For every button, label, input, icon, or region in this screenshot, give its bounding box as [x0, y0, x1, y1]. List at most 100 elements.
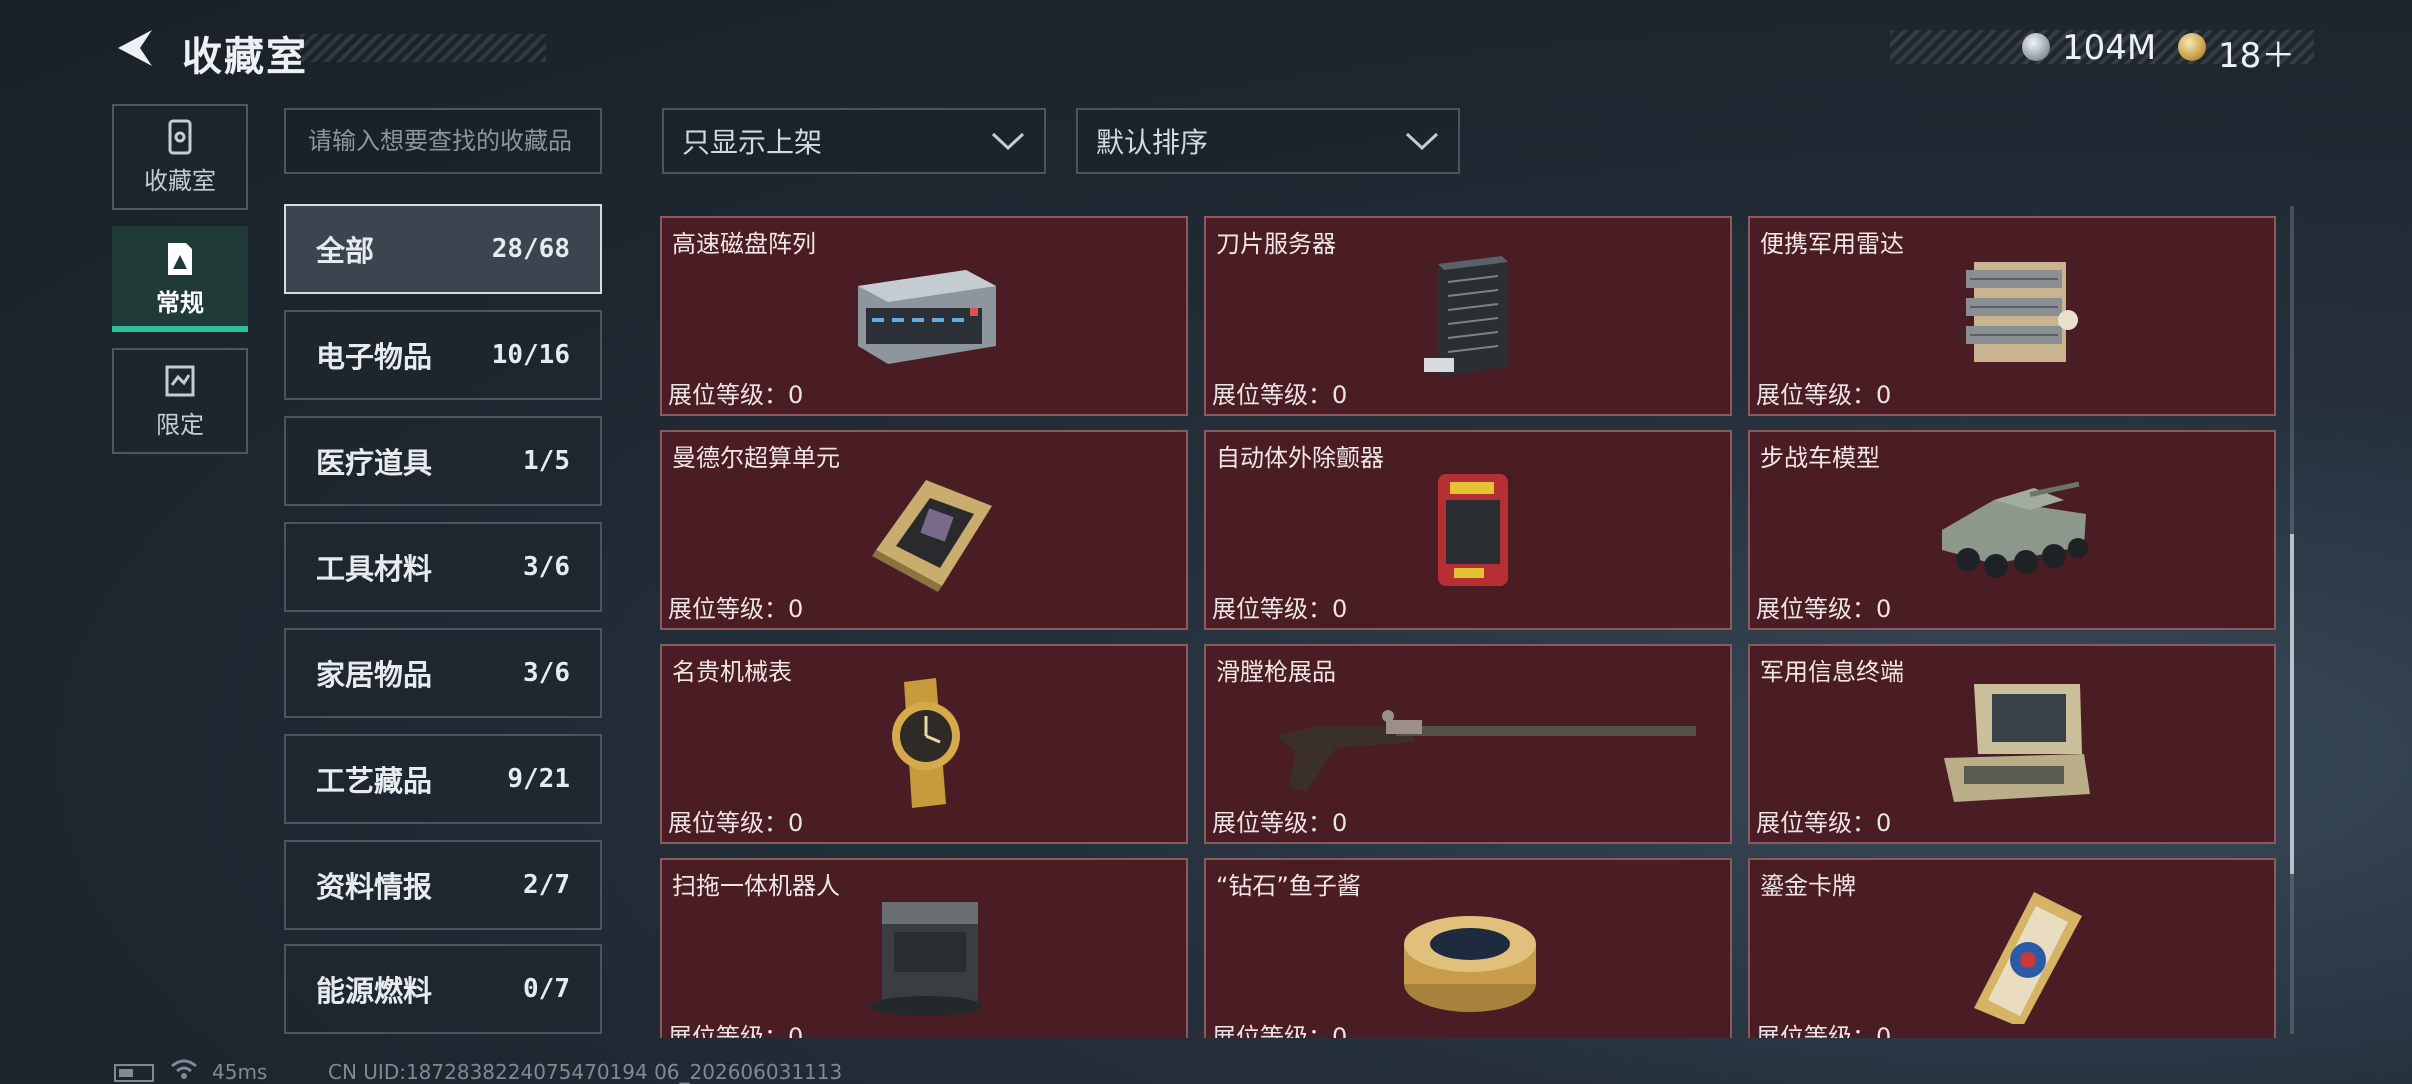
category-count: 2/7 — [523, 870, 570, 900]
item-card[interactable]: 扫拖一体机器人 展位等级：0 — [660, 858, 1188, 1038]
item-name: 军用信息终端 — [1760, 658, 1904, 686]
booth-level: 展位等级：0 — [1756, 595, 1892, 623]
category-crafts[interactable]: 工艺藏品 9/21 — [284, 734, 602, 824]
booth-level: 展位等级：0 — [1756, 381, 1892, 409]
caviar-icon — [1404, 916, 1536, 1012]
booth-level: 展位等级：0 — [1212, 1023, 1348, 1038]
category-household[interactable]: 家居物品 3/6 — [284, 628, 602, 718]
gold-coin-icon — [2178, 33, 2206, 61]
category-count: 28/68 — [491, 234, 570, 264]
battery-icon — [114, 1064, 154, 1082]
ifv-model-icon — [1942, 481, 2088, 578]
item-name: 扫拖一体机器人 — [672, 872, 840, 900]
category-medical[interactable]: 医疗道具 1/5 — [284, 416, 602, 506]
chevron-down-icon — [991, 132, 1025, 151]
category-count: 1/5 — [523, 446, 570, 476]
category-count: 0/7 — [523, 974, 570, 1004]
category-tools[interactable]: 工具材料 3/6 — [284, 522, 602, 612]
radar-icon — [1966, 262, 2078, 362]
item-name: 步战车模型 — [1760, 444, 1880, 472]
item-name: 便携军用雷达 — [1760, 230, 1904, 258]
category-name: 电子物品 — [316, 340, 433, 374]
wifi-icon — [171, 1059, 197, 1079]
side-tab-label: 常规 — [156, 288, 204, 317]
gold-card-icon — [1974, 892, 2082, 1024]
title-decoration — [300, 34, 546, 62]
category-name: 医疗道具 — [316, 446, 433, 480]
category-name: 工具材料 — [316, 552, 433, 586]
item-name: 刀片服务器 — [1216, 230, 1336, 258]
back-arrow-icon[interactable] — [112, 26, 156, 70]
booth-level: 展位等级：0 — [668, 595, 804, 623]
item-name: 鎏金卡牌 — [1760, 872, 1856, 900]
item-card[interactable]: 滑膛枪展品 展位等级：0 — [1204, 644, 1732, 844]
search-input[interactable] — [284, 108, 602, 174]
booth-level: 展位等级：0 — [1212, 809, 1348, 837]
category-electronics[interactable]: 电子物品 10/16 — [284, 310, 602, 400]
category-count: 10/16 — [491, 340, 570, 370]
item-name: 高速磁盘阵列 — [672, 230, 816, 258]
booth-level: 展位等级：0 — [1212, 381, 1348, 409]
blade-server-icon — [1424, 256, 1508, 376]
item-card[interactable]: 曼德尔超算单元 展位等级：0 — [660, 430, 1188, 630]
category-count: 3/6 — [523, 552, 570, 582]
item-card[interactable]: 鎏金卡牌 展位等级：0 — [1748, 858, 2276, 1038]
item-card[interactable]: 军用信息终端 展位等级：0 — [1748, 644, 2276, 844]
terminal-icon — [1944, 684, 2090, 802]
display-filter-dropdown[interactable]: 只显示上架 — [662, 108, 1046, 174]
booth-level: 展位等级：0 — [1212, 595, 1348, 623]
user-uid: CN UID:1872838224075470194 06_2026060311… — [328, 1060, 843, 1084]
booth-level: 展位等级：0 — [668, 381, 804, 409]
ping-value: 45ms — [212, 1060, 268, 1084]
booth-level: 展位等级：0 — [1756, 809, 1892, 837]
side-tab-regular[interactable]: 常规 — [112, 226, 248, 332]
defibrillator-icon — [1438, 474, 1508, 586]
category-name: 家居物品 — [316, 658, 433, 692]
category-fuel[interactable]: 能源燃料 0/7 — [284, 944, 602, 1034]
side-tab-limited[interactable]: 限定 — [112, 348, 248, 454]
item-name: 滑膛枪展品 — [1216, 658, 1336, 686]
category-count: 9/21 — [507, 764, 570, 794]
category-name: 工艺藏品 — [316, 764, 433, 798]
item-card[interactable]: “钻石”鱼子酱 展位等级：0 — [1204, 858, 1732, 1038]
display-filter-value: 只显示上架 — [682, 126, 823, 159]
silver-coin-icon — [2022, 33, 2050, 61]
item-card[interactable]: 刀片服务器 展位等级：0 — [1204, 216, 1732, 416]
sort-value: 默认排序 — [1096, 126, 1209, 159]
supercomputer-unit-icon — [872, 480, 992, 592]
category-all[interactable]: 全部 28/68 — [284, 204, 602, 294]
chevron-down-icon — [1405, 132, 1439, 151]
item-name: “钻石”鱼子酱 — [1216, 872, 1361, 900]
locker-icon — [168, 119, 192, 154]
item-name: 曼德尔超算单元 — [672, 444, 840, 472]
booth-level: 展位等级：0 — [668, 809, 804, 837]
sort-dropdown[interactable]: 默认排序 — [1076, 108, 1460, 174]
category-intel[interactable]: 资料情报 2/7 — [284, 840, 602, 930]
item-name: 自动体外除颤器 — [1216, 444, 1384, 472]
booth-level: 展位等级：0 — [1756, 1023, 1892, 1038]
item-card[interactable]: 步战车模型 展位等级：0 — [1748, 430, 2276, 630]
robot-vacuum-icon — [870, 902, 982, 1016]
item-card[interactable]: 名贵机械表 展位等级：0 — [660, 644, 1188, 844]
item-card[interactable]: 便携军用雷达 展位等级：0 — [1748, 216, 2276, 416]
item-card[interactable]: 高速磁盘阵列 展位等级：0 — [660, 216, 1188, 416]
category-name: 能源燃料 — [316, 974, 433, 1008]
limited-icon — [165, 365, 195, 396]
disk-array-icon — [858, 270, 996, 364]
collection-grid[interactable]: 高速磁盘阵列 展位等级：0 刀片服务器 展位等级：0 便携军用雷达 展位等级：0… — [660, 214, 2276, 1038]
gold-currency-value[interactable]: 18＋ — [2218, 28, 2295, 77]
item-name: 名贵机械表 — [672, 658, 792, 686]
side-tab-label: 限定 — [156, 410, 204, 439]
page-title: 收藏室 — [182, 34, 308, 80]
gallery-icon — [168, 242, 192, 275]
silver-currency-value: 104M — [2062, 28, 2157, 68]
side-tab-collection[interactable]: 收藏室 — [112, 104, 248, 210]
booth-level: 展位等级：0 — [668, 1023, 804, 1038]
category-count: 3/6 — [523, 658, 570, 688]
musket-icon — [1276, 710, 1696, 792]
category-name: 全部 — [316, 234, 375, 268]
item-card[interactable]: 自动体外除颤器 展位等级：0 — [1204, 430, 1732, 630]
scrollbar-thumb[interactable] — [2290, 534, 2294, 874]
active-tab-indicator — [112, 326, 248, 332]
side-tab-label: 收藏室 — [144, 166, 216, 195]
